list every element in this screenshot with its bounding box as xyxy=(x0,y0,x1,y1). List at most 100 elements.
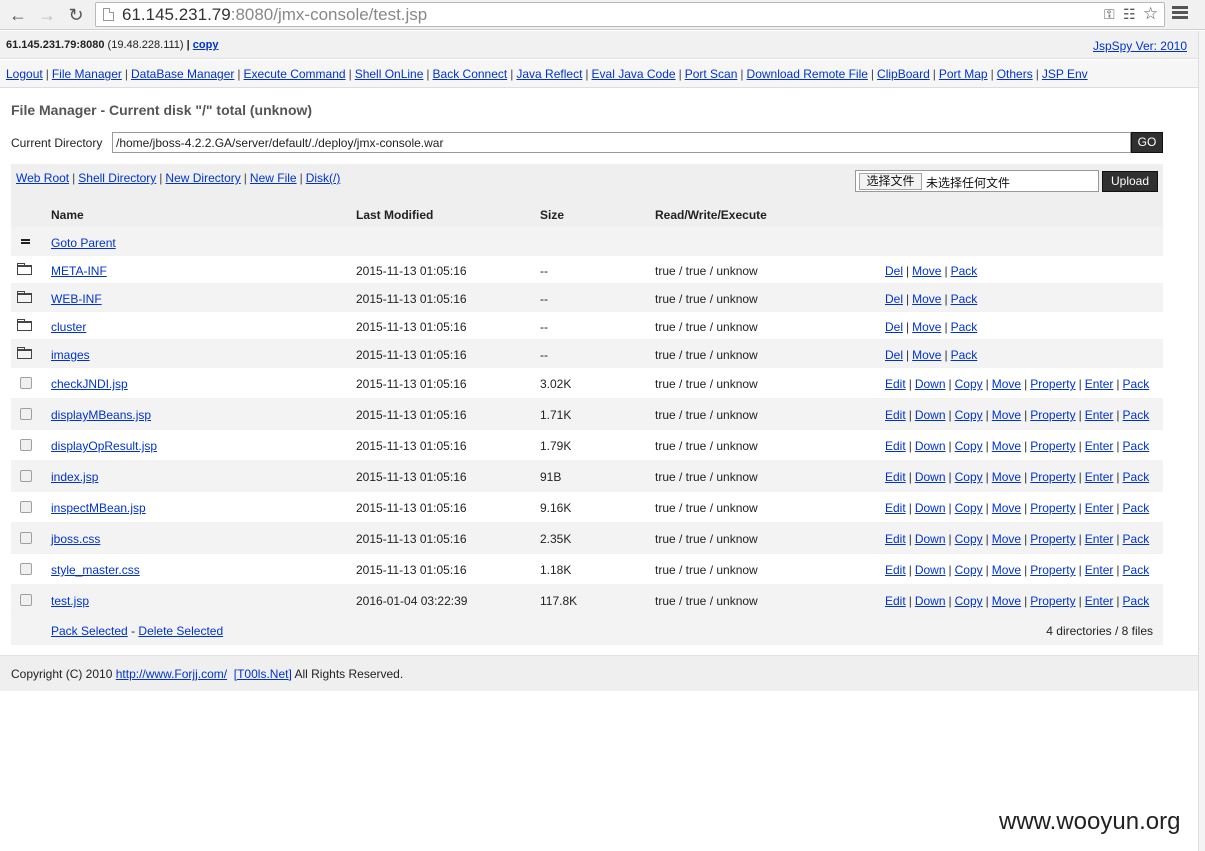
action-enter[interactable]: Enter xyxy=(1085,563,1114,577)
action-copy[interactable]: Copy xyxy=(955,470,983,484)
key-icon[interactable]: ⚿ xyxy=(1104,6,1115,23)
choose-file-button[interactable]: 选择文件 xyxy=(859,173,922,190)
address-text[interactable]: 61.145.231.79:8080/jmx-console/test.jsp xyxy=(122,5,427,25)
select-checkbox[interactable] xyxy=(20,563,32,575)
vertical-scrollbar[interactable] xyxy=(1198,31,1205,851)
action-property[interactable]: Property xyxy=(1030,532,1075,546)
action-property[interactable]: Property xyxy=(1030,470,1075,484)
action-edit[interactable]: Edit xyxy=(885,594,906,608)
file-name-link[interactable]: jboss.css xyxy=(51,532,100,546)
action-pack[interactable]: Pack xyxy=(951,292,978,306)
select-checkbox[interactable] xyxy=(20,501,32,513)
reload-icon[interactable]: ↻ xyxy=(65,4,87,26)
back-arrow-icon[interactable]: ← xyxy=(7,4,29,26)
address-bar[interactable]: 61.145.231.79:8080/jmx-console/test.jsp … xyxy=(95,2,1165,27)
action-edit[interactable]: Edit xyxy=(885,439,906,453)
tool-new-file[interactable]: New File xyxy=(250,171,297,185)
dir-name-link[interactable]: cluster xyxy=(51,320,86,334)
action-move[interactable]: Move xyxy=(992,408,1021,422)
delete-selected-link[interactable]: Delete Selected xyxy=(138,624,223,638)
action-copy[interactable]: Copy xyxy=(955,377,983,391)
file-name-link[interactable]: test.jsp xyxy=(51,594,89,608)
action-pack[interactable]: Pack xyxy=(951,264,978,278)
dir-name-link[interactable]: WEB-INF xyxy=(51,292,102,306)
menu-clipboard[interactable]: ClipBoard xyxy=(877,67,930,81)
action-enter[interactable]: Enter xyxy=(1085,377,1114,391)
menu-logout[interactable]: Logout xyxy=(6,67,43,81)
tool-web-root[interactable]: Web Root xyxy=(16,171,69,185)
action-move[interactable]: Move xyxy=(992,594,1021,608)
action-copy[interactable]: Copy xyxy=(955,532,983,546)
action-property[interactable]: Property xyxy=(1030,563,1075,577)
action-down[interactable]: Down xyxy=(915,594,946,608)
action-pack[interactable]: Pack xyxy=(1123,563,1150,577)
tool-shell-directory[interactable]: Shell Directory xyxy=(78,171,156,185)
current-directory-input[interactable] xyxy=(112,132,1131,153)
action-pack[interactable]: Pack xyxy=(1123,439,1150,453)
go-button[interactable]: GO xyxy=(1131,132,1163,153)
menu-port-scan[interactable]: Port Scan xyxy=(685,67,738,81)
translate-icon[interactable]: ☷ xyxy=(1123,6,1136,23)
version-link[interactable]: JspSpy Ver: 2010 xyxy=(1093,39,1187,53)
t00ls-link[interactable]: [T00ls.Net] xyxy=(234,667,292,681)
file-name-link[interactable]: checkJNDI.jsp xyxy=(51,377,128,391)
menu-back-connect[interactable]: Back Connect xyxy=(433,67,508,81)
action-pack[interactable]: Pack xyxy=(1123,501,1150,515)
select-checkbox[interactable] xyxy=(20,439,32,451)
browser-menu-icon[interactable] xyxy=(1172,6,1188,22)
menu-download-remote-file[interactable]: Download Remote File xyxy=(747,67,868,81)
menu-database-manager[interactable]: DataBase Manager xyxy=(131,67,234,81)
menu-shell-online[interactable]: Shell OnLine xyxy=(355,67,424,81)
action-move[interactable]: Move xyxy=(992,377,1021,391)
select-checkbox[interactable] xyxy=(20,594,32,606)
bookmark-star-icon[interactable]: ☆ xyxy=(1143,4,1158,24)
action-pack[interactable]: Pack xyxy=(1123,532,1150,546)
file-name-link[interactable]: displayOpResult.jsp xyxy=(51,439,157,453)
action-move[interactable]: Move xyxy=(992,470,1021,484)
action-pack[interactable]: Pack xyxy=(1123,408,1150,422)
action-del[interactable]: Del xyxy=(885,264,903,278)
action-property[interactable]: Property xyxy=(1030,594,1075,608)
action-del[interactable]: Del xyxy=(885,320,903,334)
file-name-link[interactable]: index.jsp xyxy=(51,470,98,484)
upload-button[interactable]: Upload xyxy=(1102,171,1158,192)
action-enter[interactable]: Enter xyxy=(1085,408,1114,422)
action-down[interactable]: Down xyxy=(915,377,946,391)
action-move[interactable]: Move xyxy=(912,320,941,334)
action-enter[interactable]: Enter xyxy=(1085,532,1114,546)
menu-jsp-env[interactable]: JSP Env xyxy=(1042,67,1088,81)
action-enter[interactable]: Enter xyxy=(1085,594,1114,608)
menu-others[interactable]: Others xyxy=(997,67,1033,81)
action-move[interactable]: Move xyxy=(912,292,941,306)
menu-port-map[interactable]: Port Map xyxy=(939,67,988,81)
action-del[interactable]: Del xyxy=(885,292,903,306)
action-pack[interactable]: Pack xyxy=(1123,470,1150,484)
menu-java-reflect[interactable]: Java Reflect xyxy=(516,67,582,81)
action-pack[interactable]: Pack xyxy=(951,348,978,362)
pack-selected-link[interactable]: Pack Selected xyxy=(51,624,128,638)
action-move[interactable]: Move xyxy=(992,439,1021,453)
select-checkbox[interactable] xyxy=(20,532,32,544)
action-del[interactable]: Del xyxy=(885,348,903,362)
forward-arrow-icon[interactable]: → xyxy=(36,4,58,26)
action-edit[interactable]: Edit xyxy=(885,408,906,422)
action-pack[interactable]: Pack xyxy=(1123,594,1150,608)
action-down[interactable]: Down xyxy=(915,532,946,546)
action-down[interactable]: Down xyxy=(915,439,946,453)
action-copy[interactable]: Copy xyxy=(955,408,983,422)
action-move[interactable]: Move xyxy=(912,264,941,278)
select-checkbox[interactable] xyxy=(20,470,32,482)
action-copy[interactable]: Copy xyxy=(955,563,983,577)
menu-execute-command[interactable]: Execute Command xyxy=(244,67,346,81)
action-down[interactable]: Down xyxy=(915,408,946,422)
action-property[interactable]: Property xyxy=(1030,439,1075,453)
select-checkbox[interactable] xyxy=(20,408,32,420)
action-edit[interactable]: Edit xyxy=(885,563,906,577)
action-edit[interactable]: Edit xyxy=(885,501,906,515)
action-enter[interactable]: Enter xyxy=(1085,501,1114,515)
file-name-link[interactable]: displayMBeans.jsp xyxy=(51,408,151,422)
action-down[interactable]: Down xyxy=(915,470,946,484)
action-edit[interactable]: Edit xyxy=(885,532,906,546)
action-edit[interactable]: Edit xyxy=(885,470,906,484)
action-copy[interactable]: Copy xyxy=(955,439,983,453)
